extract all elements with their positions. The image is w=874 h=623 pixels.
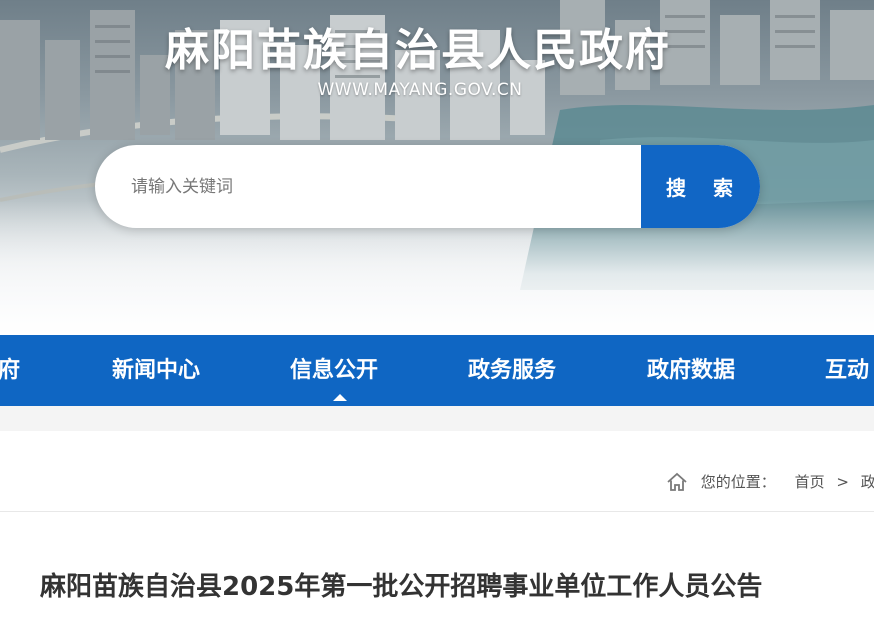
- content-divider: [0, 511, 874, 512]
- nav-item-gov-data[interactable]: 政府数据: [647, 335, 735, 406]
- nav-item-news-center[interactable]: 新闻中心: [112, 335, 200, 406]
- nav-item-government[interactable]: 府: [0, 335, 20, 406]
- header-banner: 麻阳苗族自治县人民政府 WWW.MAYANG.GOV.CN 搜 索: [0, 0, 874, 335]
- search-button[interactable]: 搜 索: [641, 145, 760, 228]
- main-nav: 府 新闻中心 信息公开 政务服务 政府数据 互动: [0, 335, 874, 406]
- breadcrumb-home-link[interactable]: 首页: [795, 471, 825, 492]
- home-icon: [666, 472, 688, 492]
- breadcrumb: 您的位置： 首页 > 政务: [666, 471, 874, 495]
- caret-up-icon: [333, 394, 347, 401]
- article-title: 麻阳苗族自治县2025年第一批公开招聘事业单位工作人员公告: [40, 572, 763, 602]
- site-title: 麻阳苗族自治县人民政府: [165, 25, 671, 76]
- breadcrumb-prefix: 您的位置：: [700, 473, 776, 491]
- site-url: WWW.MAYANG.GOV.CN: [317, 80, 523, 100]
- search-bar: 搜 索: [95, 145, 760, 228]
- breadcrumb-separator: >: [836, 472, 849, 491]
- nav-item-interaction[interactable]: 互动: [825, 335, 869, 406]
- nav-shadow-strip: [0, 406, 874, 431]
- nav-item-gov-services[interactable]: 政务服务: [468, 335, 556, 406]
- search-input[interactable]: [95, 145, 641, 228]
- breadcrumb-section-link[interactable]: 政务: [861, 471, 874, 492]
